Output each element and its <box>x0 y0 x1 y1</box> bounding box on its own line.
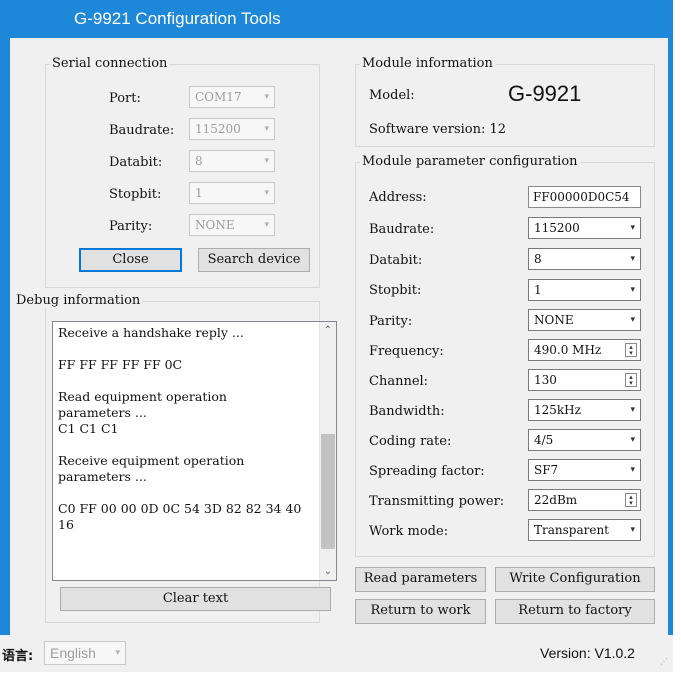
channel-value: 130 <box>534 373 557 387</box>
coding-rate-select[interactable]: 4/5 ▾ <box>528 429 641 451</box>
serial-parity-value: NONE <box>195 218 235 232</box>
chevron-down-icon: ▾ <box>264 124 269 134</box>
app-window: G-9921 Configuration Tools Serial connec… <box>0 0 673 672</box>
serial-parity-select[interactable]: NONE ▾ <box>189 214 275 236</box>
close-button[interactable]: Close <box>79 248 182 272</box>
search-device-button[interactable]: Search device <box>198 248 310 272</box>
serial-baud-label: Baudrate: <box>109 123 175 138</box>
param-parity-select[interactable]: NONE ▾ <box>528 309 641 331</box>
status-bar: 语言: English ▾ Version: V1.0.2 ⋰ <box>0 635 673 672</box>
param-databit-value: 8 <box>534 252 542 266</box>
chevron-down-icon: ▾ <box>264 188 269 198</box>
chevron-down-icon: ▾ <box>264 92 269 102</box>
module-info-legend: Module information <box>360 56 495 71</box>
write-configuration-button[interactable]: Write Configuration <box>495 567 655 592</box>
return-to-factory-button[interactable]: Return to factory <box>495 599 655 624</box>
chevron-down-icon: ▾ <box>630 315 635 325</box>
scroll-thumb[interactable] <box>321 434 335 549</box>
debug-scrollbar[interactable]: ⌃ ⌄ <box>319 322 336 580</box>
chevron-down-icon: ▾ <box>630 405 635 415</box>
param-databit-select[interactable]: 8 ▾ <box>528 248 641 270</box>
work-mode-value: Transparent <box>534 523 610 537</box>
channel-spinner[interactable]: 130 ▴ ▾ <box>528 369 641 391</box>
chevron-down-icon: ▾ <box>264 220 269 230</box>
param-stopbit-label: Stopbit: <box>369 283 422 298</box>
language-label: 语言: <box>2 649 34 664</box>
version-label: Version: V1.0.2 <box>540 645 635 661</box>
frequency-value: 490.0 MHz <box>534 343 602 357</box>
bandwidth-label: Bandwidth: <box>369 404 445 419</box>
param-baud-select[interactable]: 115200 ▾ <box>528 217 641 239</box>
language-select[interactable]: English ▾ <box>44 641 126 665</box>
param-config-legend: Module parameter configuration <box>360 154 580 169</box>
window-title: G-9921 Configuration Tools <box>74 9 281 28</box>
param-parity-label: Parity: <box>369 314 413 329</box>
return-to-work-button[interactable]: Return to work <box>355 599 486 624</box>
param-databit-label: Databit: <box>369 253 423 268</box>
bandwidth-select[interactable]: 125kHz ▾ <box>528 399 641 421</box>
serial-stopbit-select[interactable]: 1 ▾ <box>189 182 275 204</box>
chevron-down-icon: ▾ <box>628 520 635 540</box>
tx-power-value: 22dBm <box>534 493 578 507</box>
spin-updown-icon[interactable]: ▴ ▾ <box>625 343 637 357</box>
software-version: Software version: 12 <box>369 122 507 137</box>
param-baud-value: 115200 <box>534 221 580 235</box>
chevron-down-icon: ▾ <box>630 223 635 233</box>
channel-label: Channel: <box>369 374 429 389</box>
serial-port-select[interactable]: COM17 ▾ <box>189 86 275 108</box>
debug-info-legend: Debug information <box>14 293 143 308</box>
address-input[interactable]: FF00000D0C54 <box>528 186 641 208</box>
serial-databit-label: Databit: <box>109 155 163 170</box>
spin-updown-icon[interactable]: ▴ ▾ <box>625 493 637 507</box>
param-stopbit-value: 1 <box>534 283 542 297</box>
serial-baud-select[interactable]: 115200 ▾ <box>189 118 275 140</box>
spreading-factor-value: SF7 <box>534 463 559 477</box>
chevron-down-icon: ▾ <box>630 435 635 445</box>
tx-power-label: Transmitting power: <box>369 494 505 509</box>
clear-text-button[interactable]: Clear text <box>60 587 331 611</box>
debug-log-text: Receive a handshake reply ... FF FF FF F… <box>58 325 302 532</box>
param-parity-value: NONE <box>534 313 574 327</box>
param-stopbit-select[interactable]: 1 ▾ <box>528 279 641 301</box>
scroll-down-icon[interactable]: ⌄ <box>320 563 336 580</box>
read-parameters-button[interactable]: Read parameters <box>355 567 486 592</box>
work-mode-select[interactable]: Transparent ▾ <box>528 519 641 541</box>
bandwidth-value: 125kHz <box>534 403 581 417</box>
serial-connection-legend: Serial connection <box>50 56 170 71</box>
chevron-down-icon: ▾ <box>264 156 269 166</box>
address-label: Address: <box>369 190 427 205</box>
chevron-down-icon: ▾ <box>115 648 120 658</box>
chevron-down-icon: ▾ <box>630 254 635 264</box>
model-label: Model: <box>369 88 415 103</box>
work-mode-label: Work mode: <box>369 524 449 539</box>
spreading-factor-label: Spreading factor: <box>369 464 485 479</box>
coding-rate-value: 4/5 <box>534 433 554 447</box>
spreading-factor-select[interactable]: SF7 ▾ <box>528 459 641 481</box>
language-value: English <box>50 645 96 661</box>
frequency-label: Frequency: <box>369 344 444 359</box>
param-baud-label: Baudrate: <box>369 222 435 237</box>
coding-rate-label: Coding rate: <box>369 434 452 449</box>
frequency-spinner[interactable]: 490.0 MHz ▴ ▾ <box>528 339 641 361</box>
serial-databit-select[interactable]: 8 ▾ <box>189 150 275 172</box>
chevron-down-icon: ▾ <box>630 285 635 295</box>
serial-stopbit-value: 1 <box>195 186 203 200</box>
spin-updown-icon[interactable]: ▴ ▾ <box>625 373 637 387</box>
resize-grip-icon[interactable]: ⋰ <box>660 657 668 666</box>
chevron-down-icon: ▾ <box>630 465 635 475</box>
serial-port-value: COM17 <box>195 90 242 104</box>
serial-port-label: Port: <box>109 91 141 106</box>
scroll-up-icon[interactable]: ⌃ <box>320 322 336 339</box>
serial-stopbit-label: Stopbit: <box>109 187 162 202</box>
serial-baud-value: 115200 <box>195 122 241 136</box>
client-area: Serial connection Port: COM17 ▾ Baudrate… <box>10 38 668 670</box>
debug-log-textarea[interactable]: Receive a handshake reply ... FF FF FF F… <box>52 321 337 581</box>
serial-databit-value: 8 <box>195 154 203 168</box>
serial-parity-label: Parity: <box>109 219 153 234</box>
tx-power-spinner[interactable]: 22dBm ▴ ▾ <box>528 489 641 511</box>
model-value: G-9921 <box>508 81 582 106</box>
